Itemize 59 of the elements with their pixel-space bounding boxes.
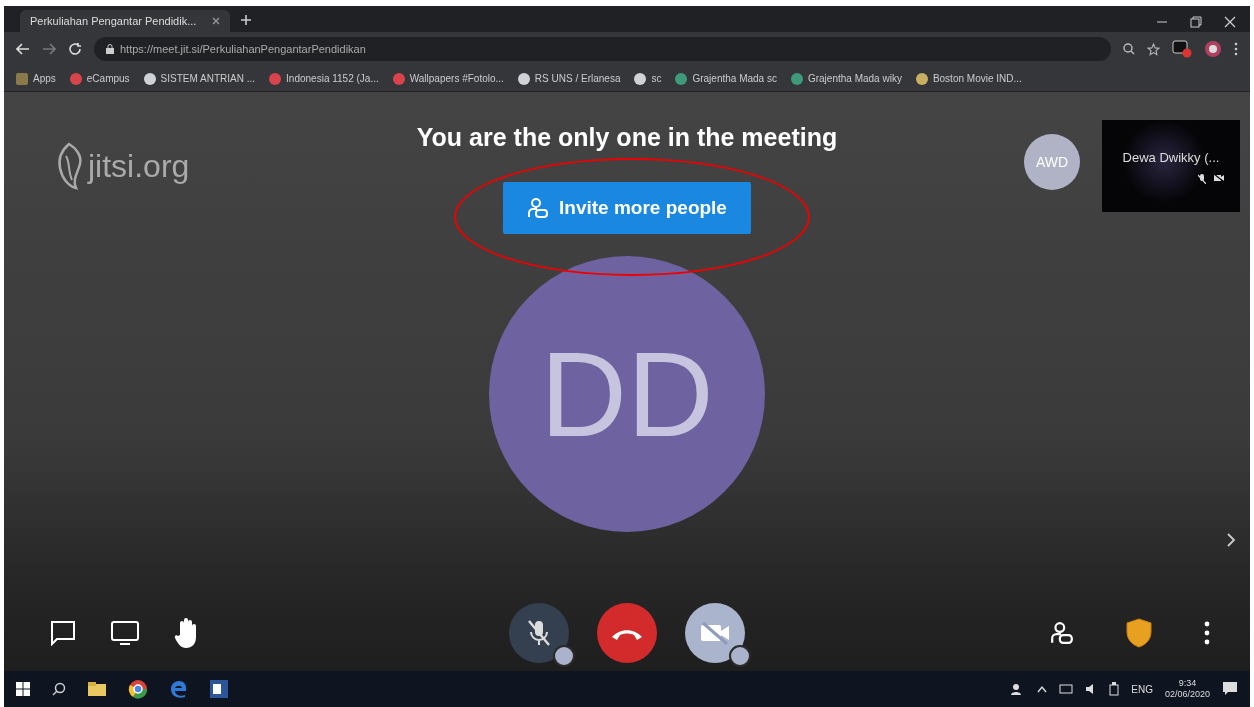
- add-person-icon[interactable]: [1050, 620, 1074, 646]
- menu-icon[interactable]: [1234, 42, 1238, 56]
- extension-icon[interactable]: [1172, 40, 1192, 58]
- back-icon[interactable]: [16, 43, 30, 55]
- bookmark[interactable]: Apps: [16, 71, 56, 86]
- participant-avatar: DD: [489, 256, 765, 532]
- more-icon[interactable]: [1204, 621, 1210, 645]
- video-thumbnail[interactable]: Dewa Dwikky (...: [1102, 120, 1240, 212]
- url-text: https://meet.jit.si/PerkuliahanPengantarPendidikan: [120, 41, 366, 57]
- chevron-up-icon[interactable]: [1037, 685, 1048, 693]
- invite-button[interactable]: Invite more people: [503, 181, 751, 234]
- bookmark[interactable]: Grajentha Mada wiky: [790, 71, 902, 86]
- hang-up-button[interactable]: [597, 603, 657, 663]
- browser-icon[interactable]: [128, 679, 148, 699]
- word-icon[interactable]: [210, 680, 228, 698]
- camera-button[interactable]: [685, 603, 745, 663]
- network-icon[interactable]: [1059, 683, 1074, 695]
- screen-share-icon[interactable]: [110, 620, 140, 646]
- participant-name: Dewa Dwikky (...: [1122, 149, 1220, 168]
- logo-text: jitsi.org: [88, 147, 190, 186]
- mic-muted-icon: [526, 618, 552, 648]
- camera-muted-icon: [699, 621, 731, 645]
- bookmark[interactable]: Grajentha Mada sc: [675, 71, 777, 86]
- reload-icon[interactable]: [68, 42, 82, 56]
- meeting-notice: You are the only one in the meeting: [416, 124, 838, 152]
- windows-start-icon[interactable]: [16, 682, 30, 696]
- tab-title: Perkuliahan Pengantar Pendidik...: [30, 13, 197, 29]
- browser-tab[interactable]: Perkuliahan Pengantar Pendidik...: [20, 10, 230, 32]
- bookmark[interactable]: RS UNS / Erlanesa: [517, 71, 621, 86]
- chat-icon[interactable]: [50, 620, 76, 646]
- star-icon[interactable]: [1147, 42, 1160, 56]
- forward-icon[interactable]: [42, 43, 56, 55]
- bookmark[interactable]: Wallpapers #Fotolo...: [392, 71, 504, 86]
- bookmark[interactable]: Indonesia 1152 (Ja...: [269, 71, 379, 86]
- lock-icon: [106, 44, 114, 54]
- search-icon[interactable]: [1123, 43, 1135, 55]
- bookmark[interactable]: sc: [634, 71, 662, 86]
- close-icon[interactable]: [212, 17, 220, 25]
- edge-icon[interactable]: [170, 680, 188, 698]
- close-icon[interactable]: [1224, 16, 1236, 28]
- shield-icon[interactable]: [1126, 618, 1152, 648]
- chevron-icon[interactable]: [1226, 532, 1236, 548]
- bookmark[interactable]: Boston Movie IND...: [915, 71, 1022, 86]
- restore-icon[interactable]: [1190, 16, 1202, 28]
- search-icon[interactable]: [52, 682, 66, 696]
- battery-icon[interactable]: [1109, 682, 1120, 696]
- folder-icon[interactable]: [88, 682, 106, 696]
- options-badge[interactable]: [553, 645, 575, 667]
- microphone-button[interactable]: [509, 603, 569, 663]
- bookmark[interactable]: eCampus: [69, 71, 130, 86]
- notification-icon[interactable]: [1222, 681, 1238, 697]
- address-bar[interactable]: https://meet.jit.si/PerkuliahanPengantarPendidikan: [94, 37, 1111, 61]
- language-indicator[interactable]: ENG: [1131, 681, 1153, 697]
- add-person-icon: [527, 196, 550, 219]
- options-badge[interactable]: [729, 645, 751, 667]
- new-tab-icon[interactable]: [240, 14, 252, 26]
- profile-icon[interactable]: [1204, 40, 1222, 58]
- clock[interactable]: 9:34 02/06/2020: [1164, 678, 1210, 700]
- bookmark[interactable]: SISTEM ANTRIAN ...: [143, 71, 256, 86]
